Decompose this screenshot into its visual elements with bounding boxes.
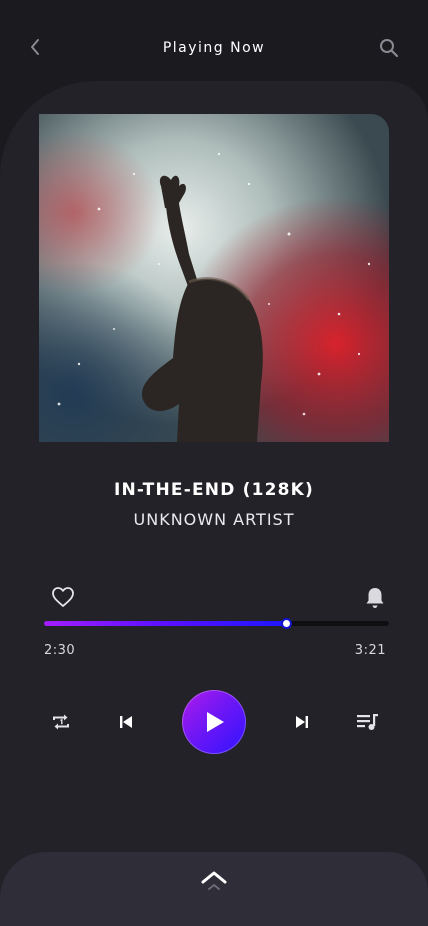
skip-previous-icon [120, 716, 132, 728]
total-time: 3:21 [354, 643, 386, 658]
page-title: Playing Now [162, 40, 266, 56]
play-icon [207, 712, 224, 732]
chevron-up-icon [201, 871, 227, 890]
queue-music-icon [357, 714, 378, 730]
artwork-image [39, 114, 389, 442]
progress-fill [44, 621, 286, 626]
bell-icon [366, 588, 384, 608]
heart-outline-icon [52, 587, 74, 607]
repeat-button[interactable] [49, 710, 73, 734]
search-button[interactable] [378, 37, 400, 59]
play-button[interactable] [182, 690, 246, 754]
search-icon [380, 39, 399, 58]
progress-thumb[interactable] [280, 618, 292, 629]
elapsed-time: 2:30 [44, 643, 76, 658]
expand-button[interactable] [198, 868, 230, 894]
favorite-button[interactable] [51, 586, 75, 608]
queue-button[interactable] [355, 710, 381, 734]
repeat-one-icon [53, 714, 69, 730]
notification-button[interactable] [364, 586, 386, 610]
previous-button[interactable] [115, 711, 137, 733]
album-artwork [39, 114, 389, 442]
skip-next-icon [296, 716, 308, 728]
track-artist: UNKNOWN ARTIST [133, 510, 295, 529]
progress-bar[interactable] [44, 618, 389, 629]
next-button[interactable] [291, 711, 313, 733]
track-title: IN-THE-END (128K) [113, 480, 315, 500]
